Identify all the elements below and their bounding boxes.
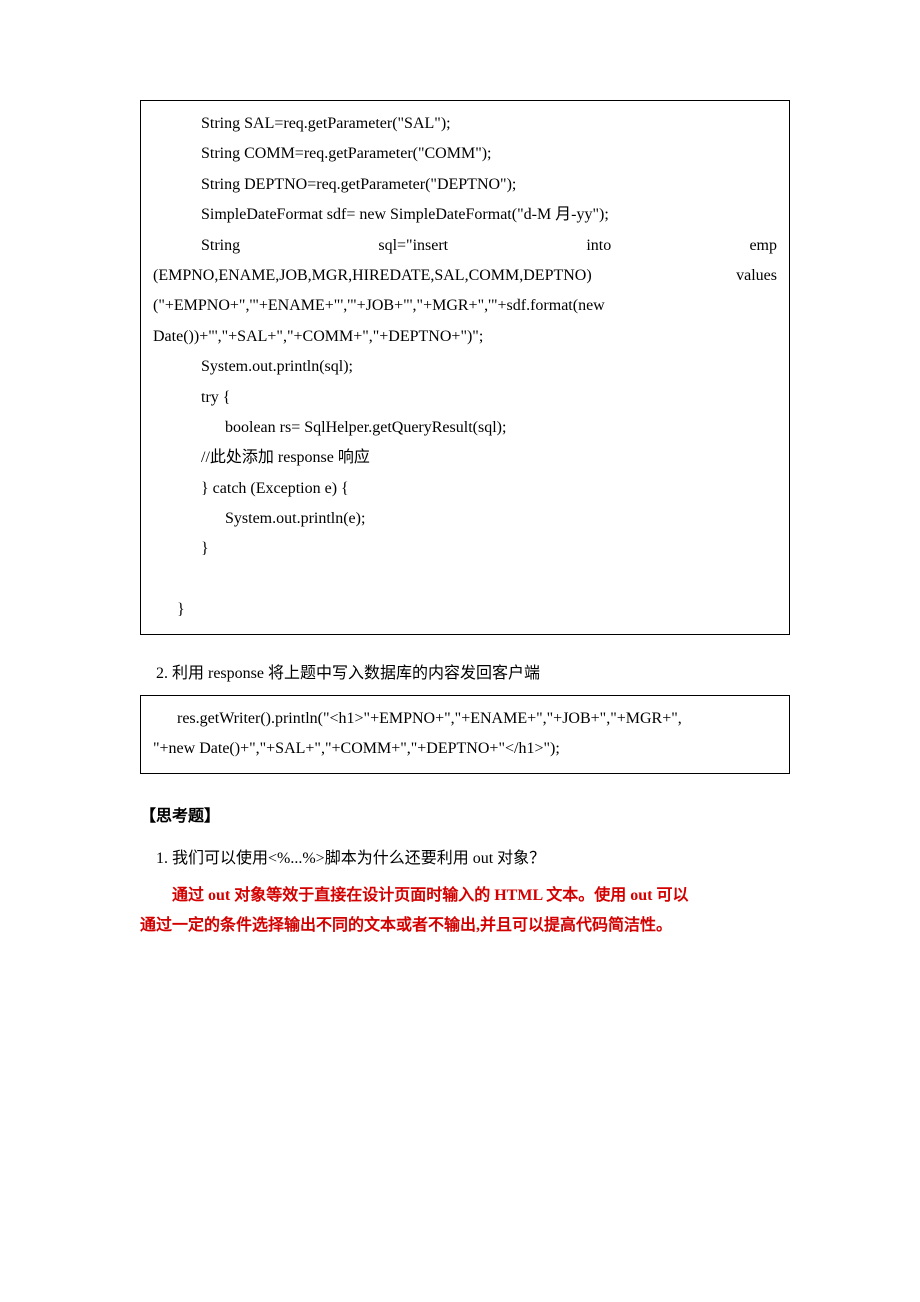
code-line: String DEPTNO=req.getParameter("DEPTNO")… [153,170,777,200]
code-token: sql="insert [378,231,448,261]
code-line: } [153,534,777,564]
code-line: "+new Date()+","+SAL+","+COMM+","+DEPTNO… [153,734,777,764]
document-page: String SAL=req.getParameter("SAL"); Stri… [0,0,920,1302]
code-line: res.getWriter().println("<h1>"+EMPNO+","… [153,704,777,734]
code-token: (EMPNO,ENAME,JOB,MGR,HIREDATE,SAL,COMM,D… [153,261,592,291]
code-block-1: String SAL=req.getParameter("SAL"); Stri… [140,100,790,635]
code-line: //此处添加 response 响应 [153,443,777,473]
code-line: (EMPNO,ENAME,JOB,MGR,HIREDATE,SAL,COMM,D… [153,261,777,291]
code-token: String [201,231,240,261]
code-line: String SAL=req.getParameter("SAL"); [153,109,777,139]
code-line: String COMM=req.getParameter("COMM"); [153,139,777,169]
code-line: try { [153,383,777,413]
answer-line: 通过一定的条件选择输出不同的文本或者不输出,并且可以提高代码简洁性。 [140,911,790,941]
code-token: values [736,261,777,291]
code-line: boolean rs= SqlHelper.getQueryResult(sql… [153,413,777,443]
code-line: } catch (Exception e) { [153,474,777,504]
code-token: emp [749,231,777,261]
code-line: ("+EMPNO+",'"+ENAME+"','"+JOB+"',"+MGR+"… [153,291,777,321]
code-token: into [586,231,611,261]
code-line: System.out.println(sql); [153,352,777,382]
question-2: 2. 利用 response 将上题中写入数据库的内容发回客户端 [140,659,790,689]
think-question-1: 1. 我们可以使用<%...%>脚本为什么还要利用 out 对象？ [140,844,790,874]
code-line: Date())+"',"+SAL+","+COMM+","+DEPTNO+")"… [153,322,777,352]
code-line: } [153,595,777,625]
code-line: System.out.println(e); [153,504,777,534]
code-line: String sql="insert into emp [153,231,777,261]
answer-line: 通过 out 对象等效于直接在设计页面时输入的 HTML 文本。使用 out 可… [140,881,790,911]
section-heading: 【思考题】 [140,802,790,832]
code-line: SimpleDateFormat sdf= new SimpleDateForm… [153,200,777,230]
code-block-2: res.getWriter().println("<h1>"+EMPNO+","… [140,695,790,774]
